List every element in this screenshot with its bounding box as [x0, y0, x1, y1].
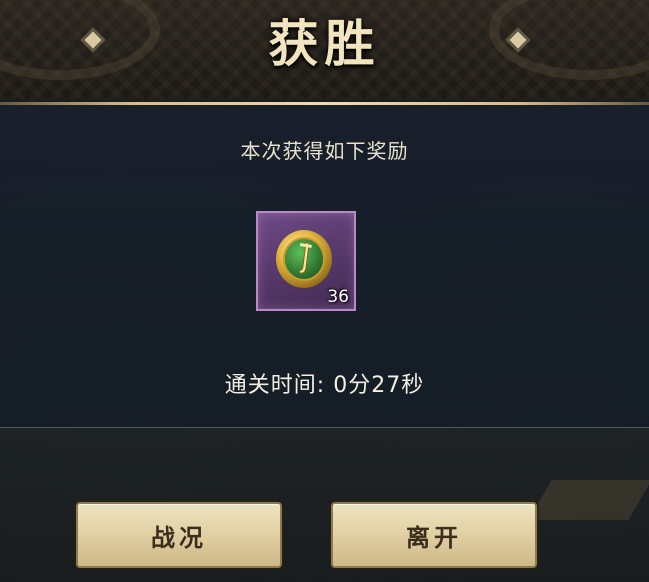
leave-button[interactable]: 离开	[331, 502, 537, 568]
clear-time-label: 通关时间: 0分27秒	[224, 373, 425, 398]
background-decoration	[528, 480, 649, 520]
header-banner: 获胜	[0, 0, 649, 100]
victory-screen: 获胜 本次获得如下奖励 36 通关时间: 0分27秒 战况 离开	[0, 0, 649, 582]
reward-panel: 本次获得如下奖励 36 通关时间: 0分27秒	[0, 105, 649, 428]
reward-item-slot[interactable]: 36	[256, 211, 356, 311]
reward-caption: 本次获得如下奖励	[240, 139, 409, 163]
victory-title: 获胜	[268, 14, 381, 73]
item-count: 36	[327, 287, 349, 307]
gold-coin-sword-icon	[276, 230, 332, 288]
battle-report-button[interactable]: 战况	[76, 502, 282, 568]
